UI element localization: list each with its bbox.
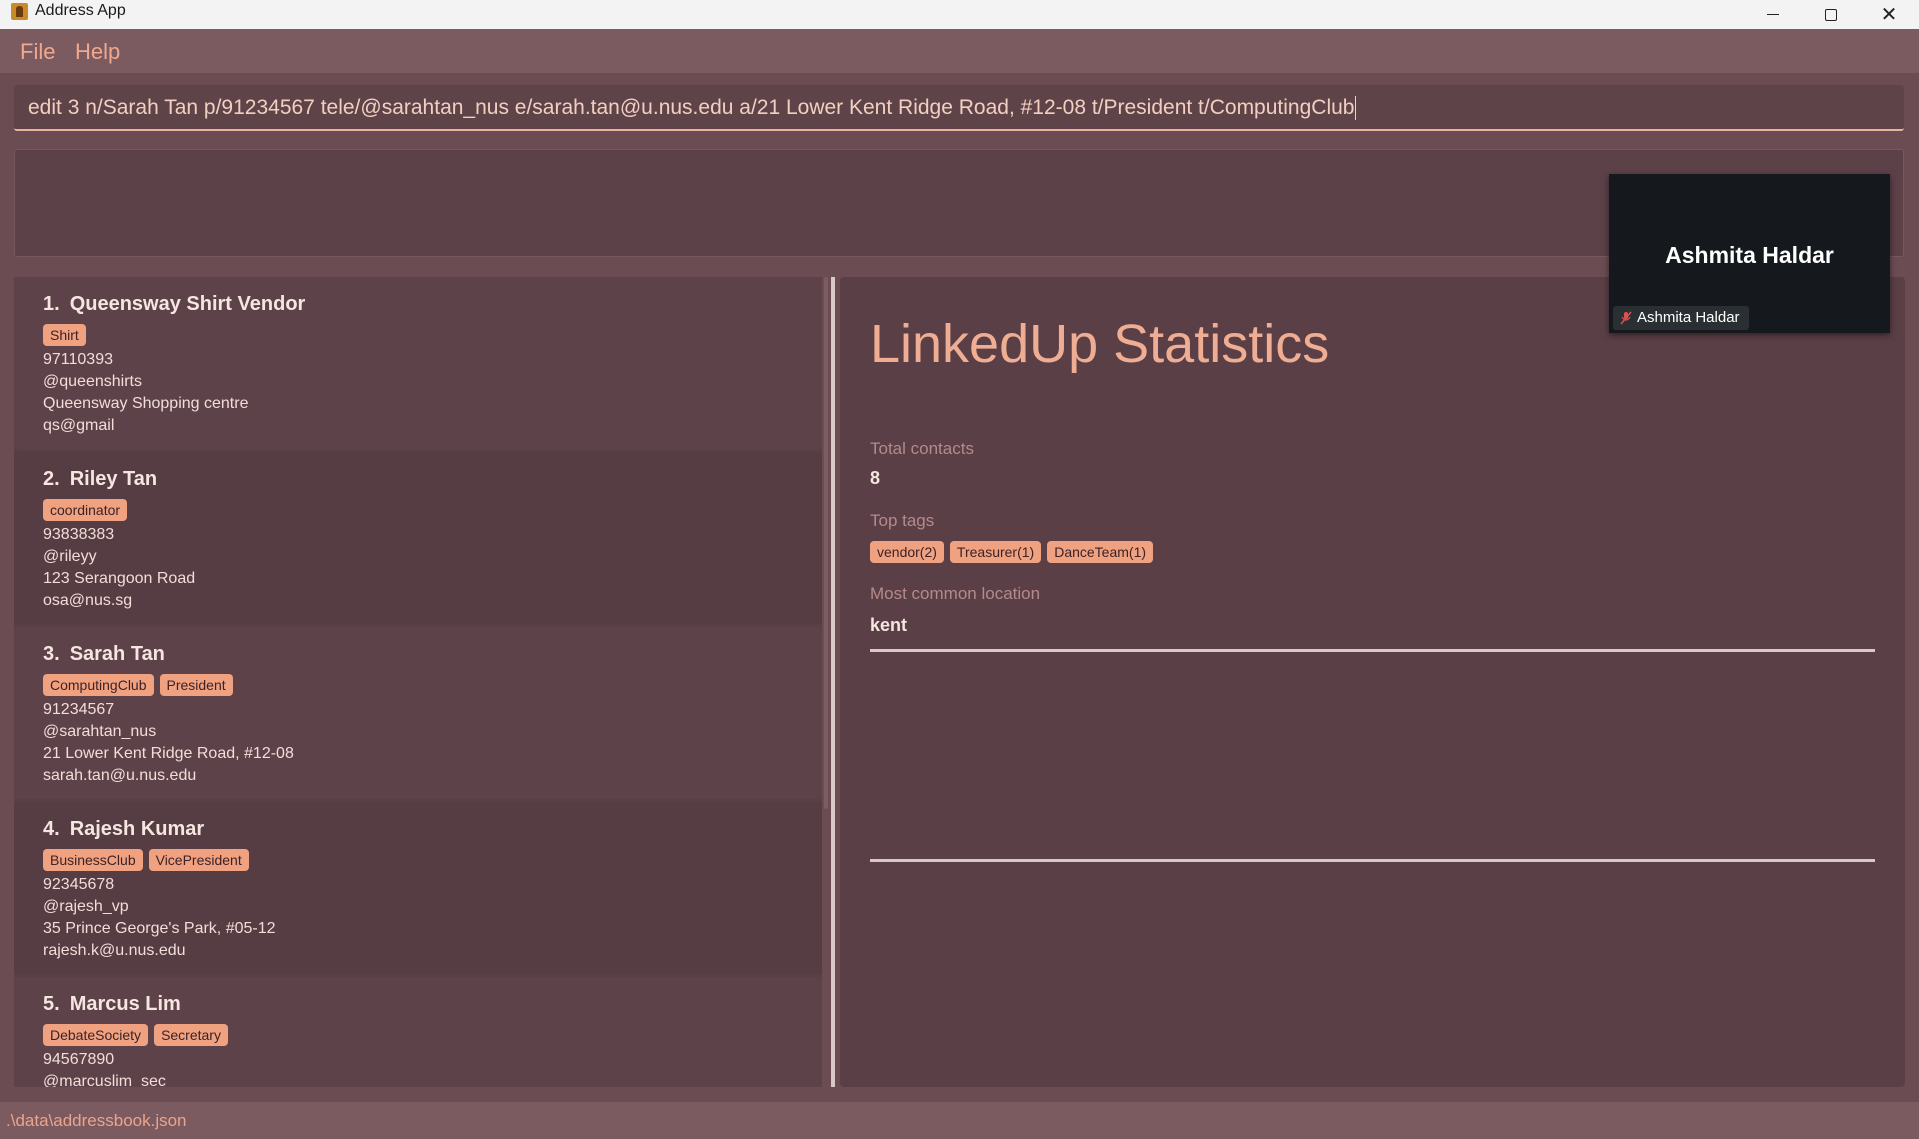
contact-index: 3.: [43, 643, 60, 665]
top-tag: Treasurer(1): [949, 541, 1042, 563]
contact-email: osa@nus.sg: [43, 592, 133, 609]
contact-tags: coordinator: [43, 496, 822, 524]
top-tag: DanceTeam(1): [1047, 541, 1154, 563]
contact-name: Queensway Shirt Vendor: [69, 293, 306, 315]
stats-divider-top: [870, 649, 1875, 652]
contact-card[interactable]: 4. Rajesh Kumar BusinessClub VicePresident…: [14, 802, 822, 974]
total-contacts-label: Total contacts: [870, 439, 974, 458]
contact-email: sarah.tan@u.nus.edu: [43, 767, 197, 784]
minimize-icon: [1767, 14, 1779, 15]
contact-index: 1.: [43, 293, 60, 315]
participant-tag: Ashmita Haldar: [1613, 306, 1749, 330]
contact-tag: coordinator: [43, 499, 128, 521]
contact-telegram: @marcuslim_sec: [43, 1073, 166, 1087]
text-caret: [1355, 96, 1357, 121]
contact-list[interactable]: 1. Queensway Shirt Vendor Shirt 97110393 …: [14, 277, 822, 1087]
window-title: Address App: [35, 2, 126, 19]
app-icon: [11, 3, 28, 20]
main-area: 1. Queensway Shirt Vendor Shirt 97110393 …: [0, 265, 1919, 1102]
stats-title: LinkedUp Statistics: [870, 314, 1330, 374]
menu-bar: File Help: [0, 29, 1919, 73]
total-contacts-value: 8: [870, 468, 881, 488]
contact-card[interactable]: 3. Sarah Tan ComputingClub President 91234…: [14, 627, 822, 799]
contact-name-row: 3. Sarah Tan: [43, 643, 822, 671]
video-call-overlay[interactable]: Ashmita Haldar Ashmita Haldar: [1609, 174, 1890, 333]
contact-email: qs@gmail: [43, 417, 115, 434]
split-pane-divider[interactable]: [831, 277, 835, 1087]
contact-card[interactable]: 5. Marcus Lim DebateSociety Secretary 9456…: [14, 977, 822, 1087]
contact-email: rajesh.k@u.nus.edu: [43, 942, 186, 959]
contact-tag: VicePresident: [148, 849, 249, 871]
stats-panel: LinkedUp Statistics Total contacts 8 Top…: [840, 277, 1905, 1087]
contact-tag: BusinessClub: [43, 849, 143, 871]
contact-name: Marcus Lim: [69, 993, 181, 1015]
status-bar: .\data\addressbook.json: [0, 1102, 1919, 1139]
contact-tag: Shirt: [43, 324, 86, 346]
menu-help[interactable]: Help: [75, 39, 120, 65]
participant-tag-label: Ashmita Haldar: [1637, 309, 1740, 326]
contact-name: Riley Tan: [69, 468, 158, 490]
contact-phone: 97110393: [43, 351, 113, 368]
top-tag: vendor(2): [870, 541, 944, 563]
contact-name: Rajesh Kumar: [69, 818, 205, 840]
contact-card[interactable]: 1. Queensway Shirt Vendor Shirt 97110393 …: [14, 277, 822, 449]
contact-tag: DebateSociety: [43, 1024, 149, 1046]
location-value: kent: [870, 615, 908, 635]
contact-name: Sarah Tan: [69, 643, 165, 665]
contact-phone: 92345678: [43, 876, 115, 893]
menu-file[interactable]: File: [20, 39, 55, 65]
participant-name: Ashmita Haldar: [1665, 242, 1834, 268]
contact-index: 4.: [43, 818, 60, 840]
top-tags-label: Top tags: [870, 511, 935, 530]
contact-name-row: 2. Riley Tan: [43, 468, 822, 496]
contact-tags: DebateSociety Secretary: [43, 1021, 822, 1049]
contact-tags: ComputingClub President: [43, 671, 822, 699]
maximize-icon: [1825, 8, 1837, 21]
maximize-button[interactable]: [1802, 0, 1860, 29]
contact-address: 123 Serangoon Road: [43, 570, 196, 587]
title-bar: Address App ✕: [0, 0, 1919, 29]
contact-tags: BusinessClub VicePresident: [43, 846, 822, 874]
command-area: edit 3 n/Sarah Tan p/91234567 tele/@sara…: [0, 73, 1919, 145]
close-button[interactable]: ✕: [1860, 0, 1918, 29]
minimize-button[interactable]: [1744, 0, 1802, 29]
contact-index: 5.: [43, 993, 60, 1015]
contact-tags: Shirt: [43, 321, 822, 349]
status-file-path: .\data\addressbook.json: [6, 1111, 187, 1130]
location-label: Most common location: [870, 584, 1041, 603]
mic-muted-icon: [1620, 311, 1632, 325]
contact-tag: ComputingClub: [43, 674, 154, 696]
contact-address: 35 Prince George's Park, #05-12: [43, 920, 276, 937]
contact-telegram: @sarahtan_nus: [43, 723, 157, 740]
contact-tag: Secretary: [154, 1024, 228, 1046]
contact-phone: 91234567: [43, 701, 115, 718]
contact-tag: President: [159, 674, 233, 696]
list-scrollbar[interactable]: [824, 277, 828, 809]
contact-phone: 93838383: [43, 526, 115, 543]
contact-telegram: @queenshirts: [43, 373, 142, 390]
contact-telegram: @rajesh_vp: [43, 898, 129, 915]
stats-divider-bottom: [870, 859, 1875, 862]
contact-name-row: 5. Marcus Lim: [43, 993, 822, 1021]
contact-index: 2.: [43, 468, 60, 490]
contact-name-row: 4. Rajesh Kumar: [43, 818, 822, 846]
contact-card[interactable]: 2. Riley Tan coordinator 93838383 @rileyy…: [14, 452, 822, 624]
top-tags-list: vendor(2) Treasurer(1) DanceTeam(1): [870, 541, 1159, 563]
close-icon: ✕: [1880, 3, 1898, 26]
command-input[interactable]: edit 3 n/Sarah Tan p/91234567 tele/@sara…: [14, 85, 1904, 131]
contact-name-row: 1. Queensway Shirt Vendor: [43, 293, 822, 321]
contact-phone: 94567890: [43, 1051, 115, 1068]
contact-telegram: @rileyy: [43, 548, 97, 565]
command-text: edit 3 n/Sarah Tan p/91234567 tele/@sara…: [28, 96, 1355, 119]
contact-address: 21 Lower Kent Ridge Road, #12-08: [43, 745, 294, 762]
contact-address: Queensway Shopping centre: [43, 395, 249, 412]
